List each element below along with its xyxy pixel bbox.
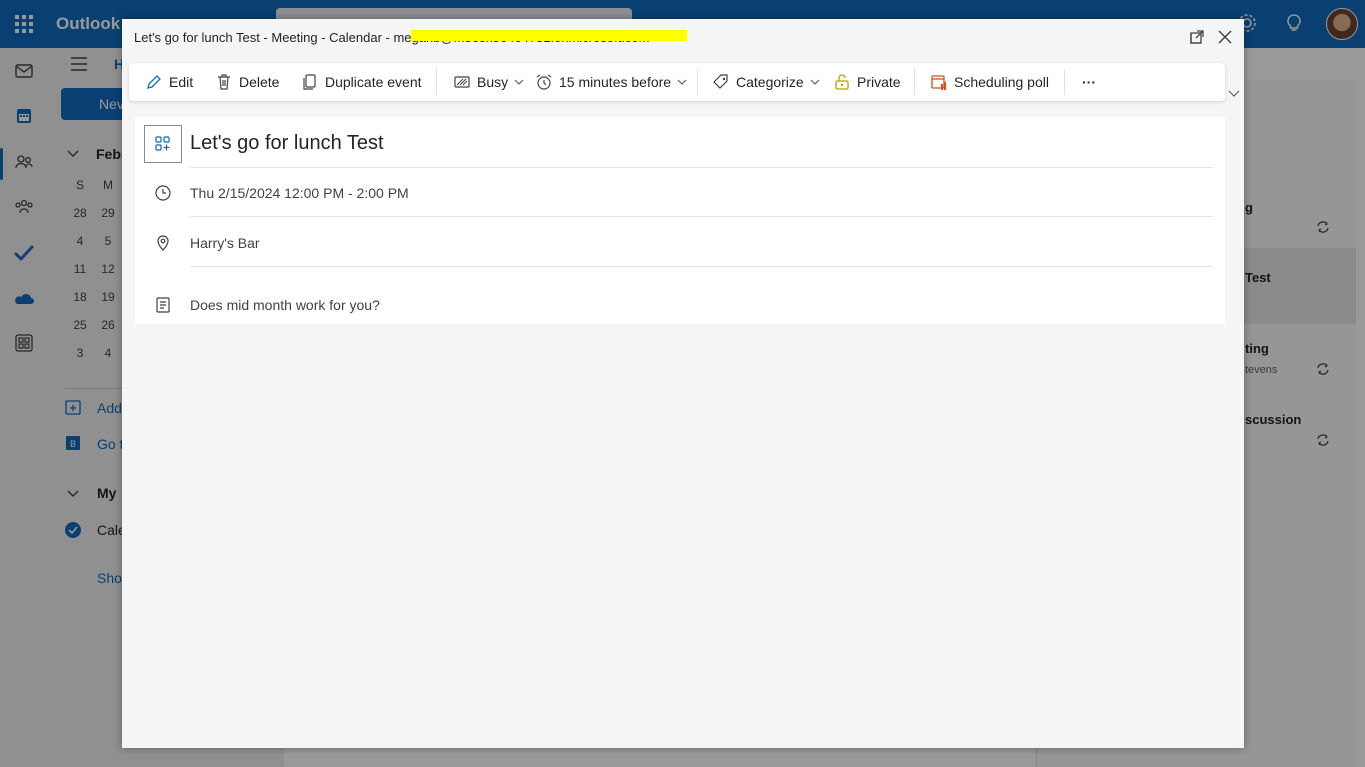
reminder-label: 15 minutes before	[559, 74, 672, 90]
event-dialog: Let's go for lunch Test - Meeting - Cale…	[122, 19, 1244, 748]
copy-icon	[303, 74, 316, 90]
divider	[190, 167, 1213, 168]
close-icon[interactable]	[1216, 28, 1234, 46]
location-icon	[157, 235, 169, 251]
divider	[190, 266, 1213, 267]
toolbar-separator	[914, 69, 915, 95]
event-title: Let's go for lunch Test	[190, 132, 384, 154]
edit-button[interactable]: Edit	[145, 63, 193, 101]
more-options-button[interactable]: ···	[1082, 63, 1096, 101]
toolbar-separator	[1064, 69, 1065, 95]
chevron-down-icon	[514, 79, 524, 85]
delete-label: Delete	[239, 74, 280, 90]
event-type-icon	[144, 125, 182, 163]
notes-icon	[156, 297, 170, 313]
toolbar-separator	[697, 69, 698, 95]
clock-icon	[155, 185, 171, 201]
duplicate-label: Duplicate event	[325, 74, 422, 90]
poll-icon	[931, 75, 946, 90]
trash-icon	[218, 74, 230, 90]
private-label: Private	[857, 74, 901, 90]
busy-icon	[454, 76, 470, 88]
chevron-down-icon[interactable]	[1228, 87, 1240, 99]
delete-button[interactable]: Delete	[215, 63, 279, 101]
private-button[interactable]: Private	[833, 63, 901, 101]
duplicate-event-button[interactable]: Duplicate event	[301, 63, 422, 101]
scheduling-poll-label: Scheduling poll	[954, 74, 1049, 90]
reminder-dropdown[interactable]: 15 minutes before	[535, 63, 687, 101]
event-toolbar: Edit Delete Duplicate event Busy 15 minu…	[129, 63, 1225, 101]
event-location: Harry's Bar	[190, 235, 260, 251]
edit-label: Edit	[169, 74, 194, 90]
more-options-label: ···	[1082, 74, 1096, 90]
toolbar-separator	[436, 69, 437, 95]
categorize-label: Categorize	[736, 74, 804, 90]
divider	[190, 216, 1213, 217]
chevron-down-icon	[677, 79, 687, 85]
scheduling-poll-button[interactable]: Scheduling poll	[930, 63, 1049, 101]
chevron-down-icon	[810, 79, 820, 85]
busy-label: Busy	[477, 74, 509, 90]
categorize-dropdown[interactable]: Categorize	[712, 63, 820, 101]
alarm-icon	[536, 74, 552, 90]
pencil-icon	[147, 75, 161, 89]
show-as-dropdown[interactable]: Busy	[453, 63, 524, 101]
calendar-grid-icon	[155, 136, 170, 151]
tag-icon	[713, 74, 728, 89]
lock-icon	[835, 74, 849, 90]
event-body: Does mid month work for you?	[190, 297, 380, 313]
email-redaction-highlight	[411, 30, 687, 41]
event-datetime: Thu 2/15/2024 12:00 PM - 2:00 PM	[190, 185, 409, 201]
event-details-card: Let's go for lunch Test Thu 2/15/2024 12…	[135, 117, 1225, 324]
popout-icon[interactable]	[1188, 28, 1206, 46]
